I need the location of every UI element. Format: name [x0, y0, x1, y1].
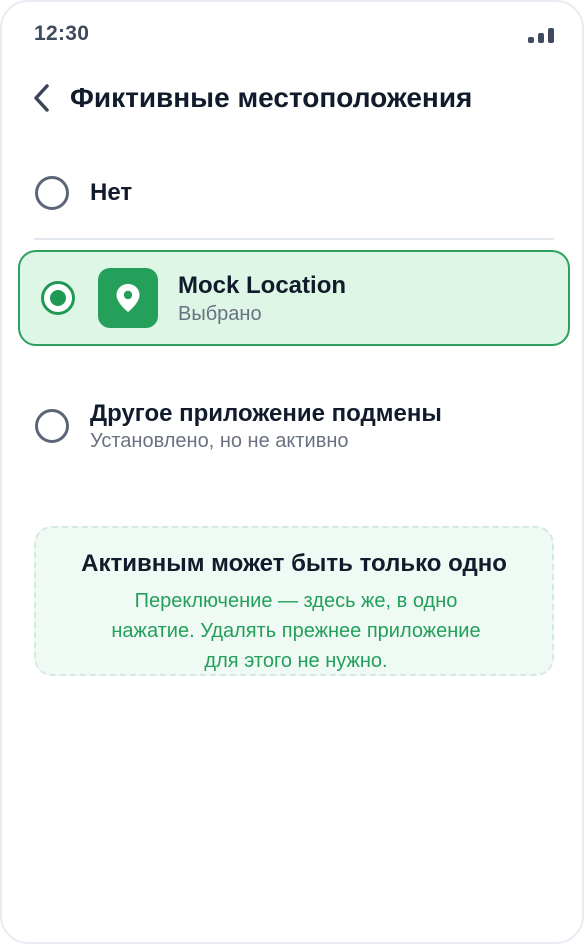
phone-screen: 12:30 Фиктивные местоположения Нет Mock …	[0, 0, 584, 944]
header: Фиктивные местоположения	[2, 74, 582, 124]
option-other-app[interactable]: Другое приложение подмены Установлено, н…	[2, 394, 582, 458]
divider	[34, 238, 554, 240]
signal-icon	[528, 27, 556, 43]
radio-button-none[interactable]	[35, 176, 69, 210]
option-mock-location-status: Выбрано	[178, 303, 262, 325]
info-card: Активным может быть только одно Переключ…	[34, 526, 554, 676]
radio-button-mock-location[interactable]	[41, 281, 75, 315]
info-title: Активным может быть только одно	[81, 550, 507, 577]
option-none-label: Нет	[90, 179, 133, 206]
back-button[interactable]	[26, 80, 58, 116]
page-title: Фиктивные местоположения	[70, 82, 473, 113]
option-none[interactable]: Нет	[2, 162, 582, 226]
option-mock-location-label: Mock Location	[178, 272, 347, 299]
option-other-app-label: Другое приложение подмены	[90, 400, 442, 427]
status-time: 12:30	[34, 22, 90, 45]
status-bar: 12:30	[2, 2, 582, 66]
info-body: Переключение — здесь же, в одно нажатие.…	[111, 590, 481, 672]
option-other-app-status: Установлено, но не активно	[90, 430, 349, 452]
map-pin-icon	[98, 268, 158, 328]
chevron-left-icon	[34, 84, 49, 112]
option-mock-location[interactable]: Mock Location Выбрано	[18, 250, 570, 346]
radio-button-other-app[interactable]	[35, 409, 69, 443]
